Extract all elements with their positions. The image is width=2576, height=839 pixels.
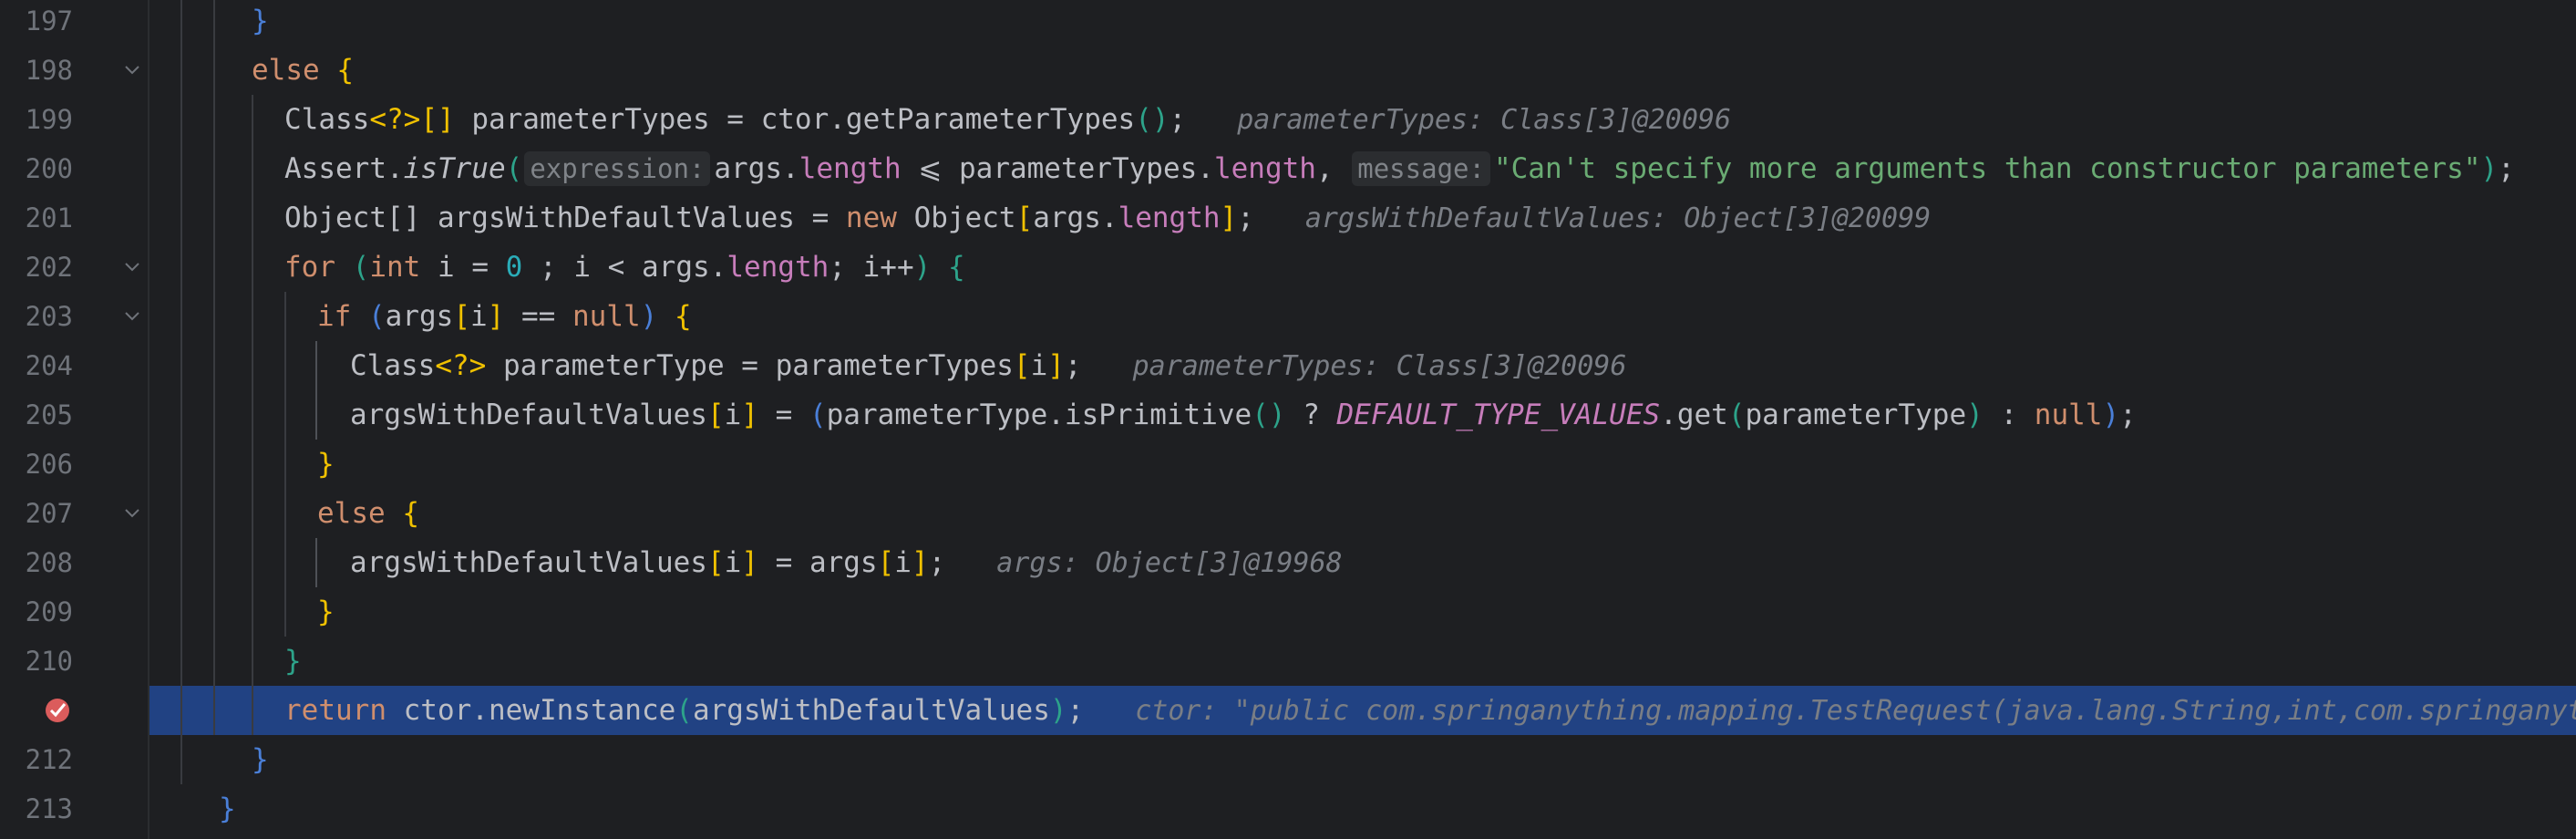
- line-number: 213: [25, 793, 73, 824]
- code-line[interactable]: 205 argsWithDefaultValues[i] = (paramete…: [0, 390, 2576, 440]
- code-text[interactable]: argsWithDefaultValues[i] = args[i]; args…: [350, 538, 1343, 587]
- gutter: 206: [0, 440, 148, 489]
- fold-chevron-icon[interactable]: [121, 502, 143, 524]
- line-number: 208: [25, 547, 73, 578]
- code-line[interactable]: 208 argsWithDefaultValues[i] = args[i]; …: [0, 538, 2576, 587]
- code-line[interactable]: 204 Class<?> parameterType = parameterTy…: [0, 341, 2576, 390]
- gutter: 198: [0, 46, 148, 95]
- gutter: 209: [0, 587, 148, 637]
- code-line[interactable]: 203 if (args[i] == null) {: [0, 292, 2576, 341]
- line-number: 197: [25, 5, 73, 36]
- indent-guide: [284, 292, 286, 637]
- code-line[interactable]: 206 }: [0, 440, 2576, 489]
- line-number: 204: [25, 350, 73, 381]
- code-text[interactable]: if (args[i] == null) {: [317, 292, 692, 341]
- indent-guide: [315, 341, 317, 440]
- indent-guide: [252, 95, 253, 735]
- gutter: 210: [0, 637, 148, 686]
- parameter-hint: message:: [1352, 151, 1490, 186]
- line-number: 200: [25, 153, 73, 184]
- gutter: 207: [0, 489, 148, 538]
- code-text[interactable]: else {: [317, 489, 419, 538]
- gutter: 205: [0, 390, 148, 440]
- line-number: 212: [25, 744, 73, 775]
- indent-guide: [180, 0, 182, 784]
- current-execution-line[interactable]: return ctor.newInstance(argsWithDefaultV…: [0, 686, 2576, 735]
- code-text[interactable]: return ctor.newInstance(argsWithDefaultV…: [284, 686, 2576, 735]
- indent-guide: [315, 538, 317, 587]
- line-number: 206: [25, 449, 73, 480]
- line-number: 199: [25, 104, 73, 135]
- line-number: 210: [25, 646, 73, 677]
- inline-debug-value: ctor: "public com.springanything.mapping…: [1135, 695, 2576, 727]
- indent-guide: [213, 0, 215, 735]
- code-line[interactable]: 207 else {: [0, 489, 2576, 538]
- line-number: 202: [25, 252, 73, 283]
- gutter: 208: [0, 538, 148, 587]
- code-line[interactable]: 198 else {: [0, 46, 2576, 95]
- line-number: 203: [25, 301, 73, 332]
- inline-debug-value: parameterTypes: Class[3]@20096: [1132, 350, 1627, 382]
- code-line[interactable]: 212 }: [0, 735, 2576, 784]
- gutter-separator: [148, 0, 149, 839]
- fold-chevron-icon[interactable]: [121, 59, 143, 81]
- code-text[interactable]: argsWithDefaultValues[i] = (parameterTyp…: [350, 390, 2137, 440]
- code-text[interactable]: }: [252, 0, 269, 46]
- code-editor[interactable]: 197 } 198 else { 199 Class<?>[] paramete…: [0, 0, 2576, 839]
- code-text[interactable]: Object[] argsWithDefaultValues = new Obj…: [284, 193, 1931, 243]
- line-number: 201: [25, 202, 73, 233]
- gutter: 204: [0, 341, 148, 390]
- fold-chevron-icon[interactable]: [121, 306, 143, 327]
- code-line[interactable]: 201 Object[] argsWithDefaultValues = new…: [0, 193, 2576, 243]
- line-number: 205: [25, 399, 73, 430]
- code-text[interactable]: Assert.isTrue(expression: args.length ⩽ p…: [284, 144, 2515, 193]
- gutter: [0, 686, 148, 735]
- code-text[interactable]: }: [219, 784, 236, 834]
- code-text[interactable]: }: [317, 440, 335, 489]
- inline-debug-value: parameterTypes: Class[3]@20096: [1237, 104, 1732, 136]
- parameter-hint: expression:: [524, 151, 711, 186]
- code-line[interactable]: 202 for (int i = 0 ; i < args.length; i+…: [0, 243, 2576, 292]
- fold-chevron-icon[interactable]: [121, 256, 143, 278]
- code-text[interactable]: }: [252, 735, 269, 784]
- gutter: 199: [0, 95, 148, 144]
- code-text[interactable]: else {: [252, 46, 354, 95]
- inline-debug-value: argsWithDefaultValues: Object[3]@20099: [1304, 202, 1932, 234]
- code-line[interactable]: 197 }: [0, 0, 2576, 46]
- code-text[interactable]: Class<?>[] parameterTypes = ctor.getPara…: [284, 95, 1731, 144]
- gutter: 202: [0, 243, 148, 292]
- code-line[interactable]: 210 }: [0, 637, 2576, 686]
- gutter: 200: [0, 144, 148, 193]
- code-line[interactable]: 200 Assert.isTrue(expression: args.length…: [0, 144, 2576, 193]
- breakpoint-hit-icon[interactable]: [42, 695, 73, 726]
- line-number: 198: [25, 55, 73, 86]
- code-line[interactable]: 199 Class<?>[] parameterTypes = ctor.get…: [0, 95, 2576, 144]
- code-text[interactable]: for (int i = 0 ; i < args.length; i++) {: [284, 243, 965, 292]
- gutter: 197: [0, 0, 148, 46]
- code-line[interactable]: 209 }: [0, 587, 2576, 637]
- gutter: 212: [0, 735, 148, 784]
- inline-debug-value: args: Object[3]@19968: [996, 547, 1343, 579]
- code-text[interactable]: Class<?> parameterType = parameterTypes[…: [350, 341, 1626, 390]
- line-number: 209: [25, 596, 73, 627]
- code-line[interactable]: 213 }: [0, 784, 2576, 834]
- code-text[interactable]: }: [317, 587, 335, 637]
- gutter: 203: [0, 292, 148, 341]
- line-number: 207: [25, 498, 73, 529]
- code-text[interactable]: }: [284, 637, 302, 686]
- gutter: 201: [0, 193, 148, 243]
- gutter: 213: [0, 784, 148, 834]
